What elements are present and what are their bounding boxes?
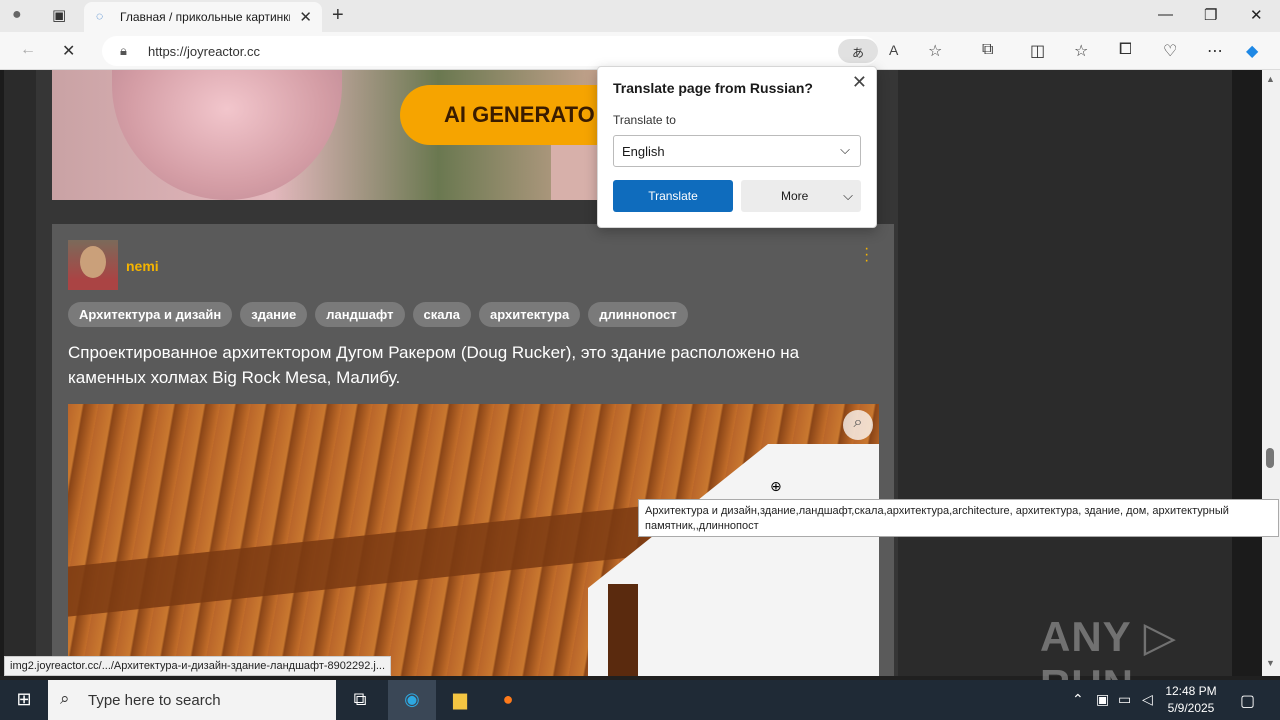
more-button-label: More xyxy=(781,189,809,203)
minimize-button[interactable]: — xyxy=(1158,6,1173,23)
task-view-icon[interactable]: ⧉ xyxy=(336,680,384,720)
language-value: English xyxy=(622,144,665,159)
tag-list: Архитектура и дизайн здание ландшафт скала а… xyxy=(68,302,696,328)
pillar-photo xyxy=(608,584,638,676)
tag-item[interactable]: Архитектура и дизайн xyxy=(68,302,233,327)
close-tab-icon[interactable]: ✕ xyxy=(299,8,312,26)
tab-title: Главная / прикольные картинки xyxy=(120,10,290,24)
scroll-up-icon[interactable]: ▲ xyxy=(1266,74,1275,84)
read-aloud-icon[interactable]: A xyxy=(889,42,898,58)
copilot-icon[interactable]: ◆ xyxy=(1246,41,1258,61)
tab-strip: ● ▣ ◌ Главная / прикольные картинки ✕ + … xyxy=(0,0,1280,32)
collections-icon[interactable]: ⧠ xyxy=(1119,41,1132,59)
navigation-bar: ← ✕ 🔒︎ https://joyreactor.cc あ A ☆ ⧉ ◫ ☆… xyxy=(0,32,1280,70)
more-menu-icon[interactable]: ⋯ xyxy=(1207,41,1223,61)
translate-title: Translate page from Russian? xyxy=(613,80,813,96)
banner-image xyxy=(112,70,342,200)
lock-icon[interactable]: 🔒︎ xyxy=(120,43,127,59)
post-card: nemi · · · Архитектура и дизайн здание ландш… xyxy=(52,224,894,676)
restore-button[interactable]: ❐ xyxy=(1204,6,1217,24)
file-explorer-icon[interactable]: ▆ xyxy=(436,680,484,720)
notification-icon[interactable]: ▢ xyxy=(1240,691,1255,711)
new-tab-button[interactable]: + xyxy=(332,4,344,27)
search-icon: ⌕ xyxy=(60,689,70,708)
translate-button[interactable]: Translate xyxy=(613,180,733,212)
stop-icon[interactable]: ✕ xyxy=(62,41,75,61)
show-hidden-icons-icon[interactable]: ⌃ xyxy=(1072,691,1084,708)
more-button[interactable]: More ⌵ xyxy=(741,180,861,212)
favorite-star-icon[interactable]: ☆ xyxy=(928,41,942,61)
edge-icon[interactable]: ◉ xyxy=(388,680,436,720)
post-image[interactable]: ⌕ xyxy=(68,404,879,676)
taskbar-search[interactable]: ⌕ Type here to search xyxy=(48,680,336,720)
clock-date: 5/9/2025 xyxy=(1167,701,1215,715)
post-menu-icon[interactable]: · · · xyxy=(864,241,874,269)
status-bar: img2.joyreactor.cc/.../Архитектура-и-диз… xyxy=(4,656,392,676)
chevron-down-icon: ⌵ xyxy=(843,188,853,203)
firefox-icon[interactable]: ● xyxy=(484,680,532,720)
url-text: https://joyreactor.cc xyxy=(148,44,260,59)
image-tooltip: Архитектура и дизайн,здание,ландшафт,ска… xyxy=(638,499,1279,537)
loading-icon: ◌ xyxy=(96,9,104,23)
performance-icon[interactable]: ♡ xyxy=(1163,41,1177,61)
network-icon[interactable]: ▭ xyxy=(1118,691,1131,708)
taskbar: ⊞ ⌕ Type here to search ⧉ ◉ ▆ ● ⌃ ▣ ▭ ◁ … xyxy=(0,680,1280,720)
start-icon[interactable]: ⊞ xyxy=(0,680,48,720)
tag-item[interactable]: ландшафт xyxy=(315,302,405,327)
post-username[interactable]: nemi xyxy=(126,258,159,274)
scrollbar[interactable]: ▲ ▼ xyxy=(1262,70,1280,676)
back-icon[interactable]: ← xyxy=(20,41,36,59)
visual-search-icon[interactable]: ⌕ xyxy=(843,410,873,440)
translate-icon[interactable]: あ xyxy=(838,39,878,63)
search-placeholder: Type here to search xyxy=(88,692,221,709)
close-popup-icon[interactable]: ✕ xyxy=(852,72,867,93)
tag-item[interactable]: скала xyxy=(412,302,471,327)
banner-image-right xyxy=(551,145,601,200)
chevron-down-icon: ⌵ xyxy=(840,142,850,157)
split-screen-icon[interactable]: ◫ xyxy=(1030,41,1045,61)
clock-time: 12:48 PM xyxy=(1165,684,1217,698)
favorites-icon[interactable]: ☆ xyxy=(1074,41,1088,61)
tab-joyreactor[interactable]: ◌ Главная / прикольные картинки ✕ xyxy=(84,2,322,32)
zoom-cursor-icon: ⊕ xyxy=(770,478,782,494)
address-bar[interactable]: 🔒︎ https://joyreactor.cc あ A ☆ xyxy=(102,36,942,66)
translate-popup: Translate page from Russian? ✕ Translate… xyxy=(597,66,877,228)
profile-icon[interactable]: ● xyxy=(12,6,22,24)
language-select[interactable]: English ⌵ xyxy=(613,135,861,167)
tab-actions-icon[interactable]: ▣ xyxy=(52,6,66,24)
tag-item[interactable]: архитектура xyxy=(478,302,581,327)
post-description: Спроектированное архитектором Дугом Раке… xyxy=(68,343,800,387)
tag-item[interactable]: длиннопост xyxy=(588,302,688,327)
ai-generator-button[interactable]: AI GENERATO xyxy=(400,85,630,145)
clock[interactable]: 12:48 PM 5/9/2025 xyxy=(1160,683,1222,717)
scrollbar-thumb[interactable] xyxy=(1266,448,1274,468)
tag-item[interactable]: здание xyxy=(240,302,308,327)
avatar[interactable] xyxy=(68,240,118,290)
close-window-button[interactable]: ✕ xyxy=(1250,6,1263,24)
device-icon[interactable]: ▣ xyxy=(1096,691,1109,708)
volume-icon[interactable]: ◁ xyxy=(1142,691,1153,708)
extensions-icon[interactable]: ⧉ xyxy=(982,41,993,59)
translate-to-label: Translate to xyxy=(613,113,676,127)
